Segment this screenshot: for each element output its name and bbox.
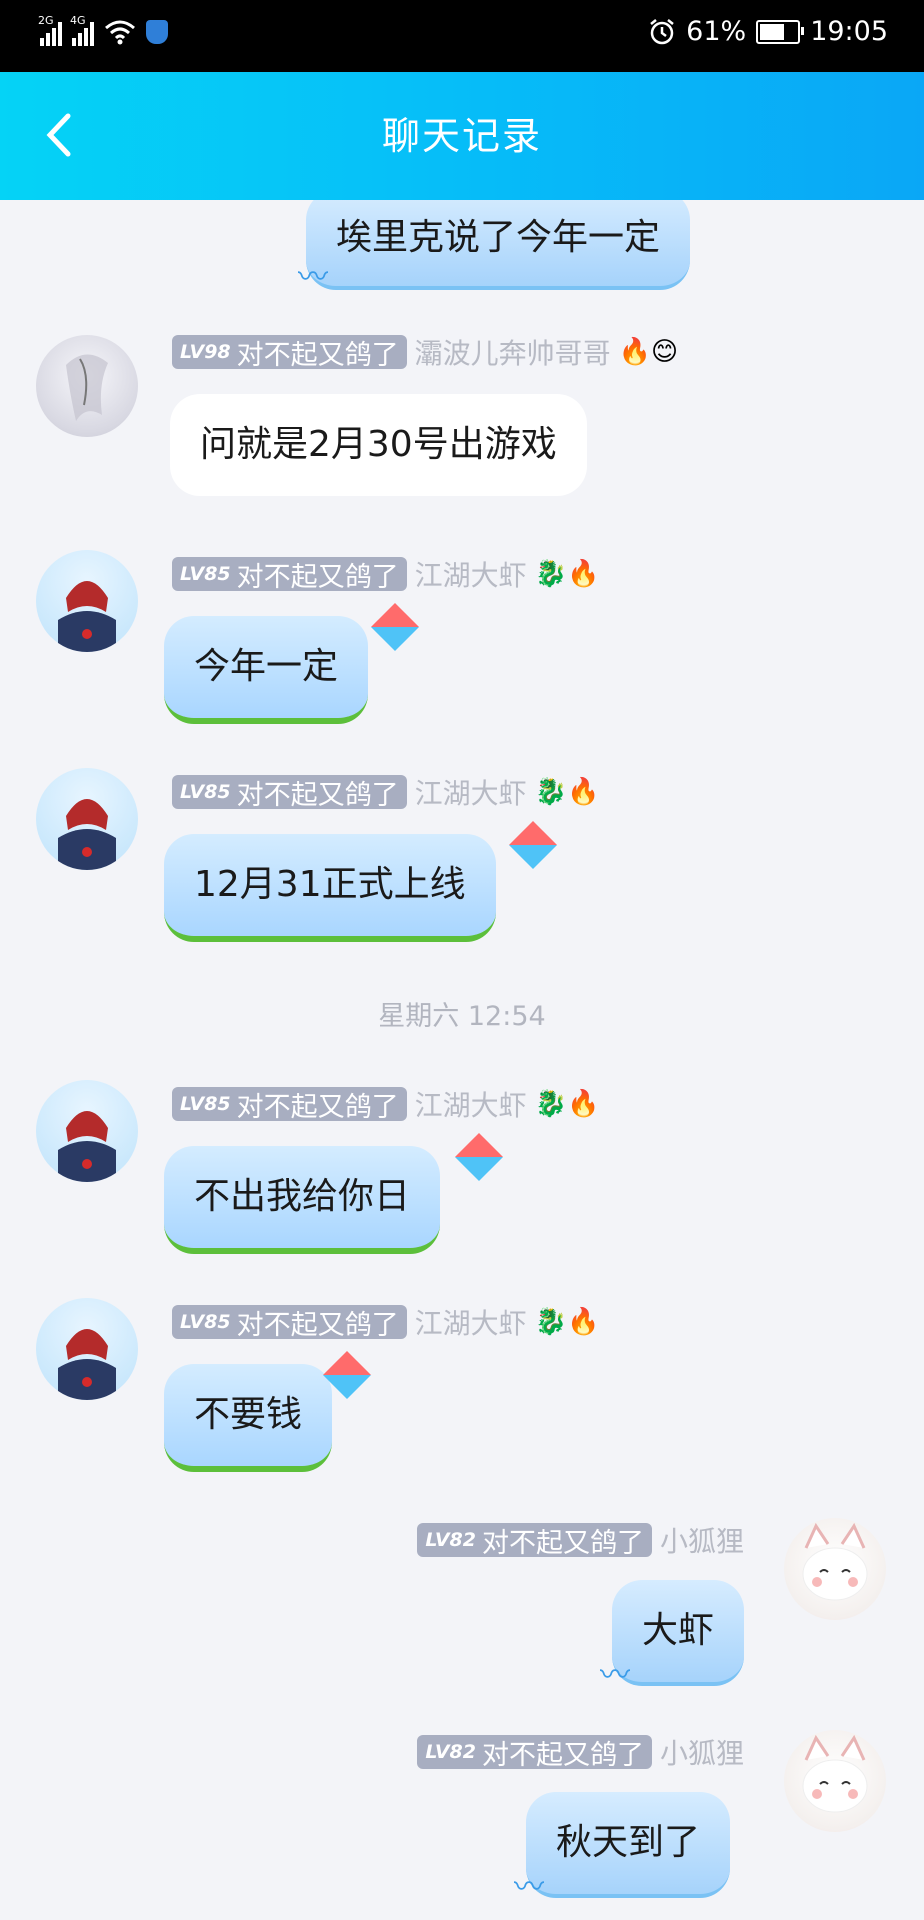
nickname[interactable]: 灞波儿奔帅哥哥 bbox=[415, 332, 611, 372]
dragon-icon: 🐉🔥 bbox=[534, 1089, 600, 1119]
level-badge: LV85 对不起又鸽了 bbox=[172, 775, 407, 811]
message-meta: LV82 对不起又鸽了 小狐狸 bbox=[417, 1520, 744, 1560]
nickname[interactable]: 小狐狸 bbox=[660, 1520, 744, 1560]
level-badge: LV82 对不起又鸽了 bbox=[417, 1735, 652, 1771]
message-item: LV85 对不起又鸽了 江湖大虾 🐉🔥 12月31正式上线 bbox=[0, 768, 924, 958]
avatar[interactable] bbox=[36, 1298, 138, 1400]
nickname[interactable]: 江湖大虾 bbox=[415, 554, 527, 594]
message-item: LV85 对不起又鸽了 江湖大虾 🐉🔥 不出我给你日 bbox=[0, 1080, 924, 1270]
wave-icon: 〰 bbox=[514, 1870, 544, 1905]
avatar[interactable] bbox=[784, 1730, 886, 1832]
message-text: 12月31正式上线 bbox=[194, 864, 466, 905]
nickname[interactable]: 江湖大虾 bbox=[415, 1302, 527, 1342]
message-item: LV85 对不起又鸽了 江湖大虾 🐉🔥 今年一定 bbox=[0, 550, 924, 740]
fox-avatar-icon bbox=[802, 1734, 868, 1813]
nav-header: 聊天记录 bbox=[0, 72, 924, 200]
level-badge: LV98 对不起又鸽了 bbox=[172, 335, 407, 371]
shield-icon bbox=[146, 20, 168, 44]
avatar-art-icon bbox=[66, 354, 108, 421]
level-badge: LV85 对不起又鸽了 bbox=[172, 557, 407, 593]
kite-icon bbox=[508, 820, 558, 870]
message-item: LV85 对不起又鸽了 江湖大虾 🐉🔥 不要钱 bbox=[0, 1298, 924, 1488]
message-bubble[interactable]: 不出我给你日 bbox=[164, 1146, 441, 1254]
message-text: 大虾 bbox=[642, 1610, 715, 1651]
message-meta: LV82 对不起又鸽了 小狐狸 bbox=[417, 1732, 744, 1772]
wave-icon: 〰 bbox=[600, 1658, 630, 1693]
message-item: LV82 对不起又鸽了 小狐狸 大虾 〰 bbox=[0, 1518, 924, 1698]
dragon-icon: 🐉🔥 bbox=[534, 559, 600, 589]
status-bar: 2G 4G 61% 19:05 bbox=[0, 0, 924, 72]
network-type-1: 2G bbox=[38, 14, 54, 27]
network-type-2: 4G bbox=[70, 14, 86, 27]
message-bubble[interactable]: 不要钱 bbox=[164, 1364, 333, 1472]
clock: 19:05 bbox=[810, 16, 888, 47]
avatar[interactable] bbox=[36, 335, 138, 437]
battery-icon bbox=[756, 19, 805, 44]
dragon-icon: 🐉🔥 bbox=[534, 1307, 600, 1337]
wifi-icon bbox=[105, 20, 135, 45]
message-bubble[interactable]: 今年一定 bbox=[164, 616, 369, 724]
flame-icon: 🔥😊 bbox=[618, 337, 679, 367]
signal-icon: 2G bbox=[38, 14, 62, 46]
fox-avatar-icon bbox=[802, 1522, 868, 1601]
message-meta: LV85 对不起又鸽了 江湖大虾 🐉🔥 bbox=[172, 1302, 599, 1342]
signal-icon: 4G bbox=[70, 14, 94, 46]
message-item: LV82 对不起又鸽了 小狐狸 秋天到了 〰 bbox=[0, 1730, 924, 1920]
kite-icon bbox=[454, 1132, 504, 1182]
chat-history[interactable]: 埃里克说了今年一定 〰 LV98 对不起又鸽了 灞波儿奔帅哥哥 🔥😊 问就是2月… bbox=[0, 200, 924, 1920]
message-text: 埃里克说了今年一定 bbox=[336, 217, 661, 258]
avatar-art-icon bbox=[58, 581, 116, 652]
message-meta: LV98 对不起又鸽了 灞波儿奔帅哥哥 🔥😊 bbox=[172, 332, 678, 372]
avatar[interactable] bbox=[36, 550, 138, 652]
level-badge: LV85 对不起又鸽了 bbox=[172, 1087, 407, 1123]
battery-percent: 61% bbox=[686, 16, 747, 47]
message-meta: LV85 对不起又鸽了 江湖大虾 🐉🔥 bbox=[172, 554, 599, 594]
page-title: 聊天记录 bbox=[381, 114, 542, 158]
message-text: 不出我给你日 bbox=[194, 1176, 411, 1217]
message-text: 秋天到了 bbox=[556, 1822, 701, 1863]
status-left: 2G 4G bbox=[38, 14, 168, 46]
message-text: 问就是2月30号出游戏 bbox=[200, 424, 557, 465]
message-meta: LV85 对不起又鸽了 江湖大虾 🐉🔥 bbox=[172, 772, 599, 812]
message-item: LV98 对不起又鸽了 灞波儿奔帅哥哥 🔥😊 问就是2月30号出游戏 bbox=[0, 330, 924, 510]
avatar-art-icon bbox=[58, 1329, 116, 1400]
wave-icon: 〰 bbox=[298, 260, 328, 295]
level-badge: LV82 对不起又鸽了 bbox=[417, 1523, 652, 1559]
nickname[interactable]: 江湖大虾 bbox=[415, 772, 527, 812]
message-bubble[interactable]: 埃里克说了今年一定 bbox=[306, 200, 691, 290]
message-bubble[interactable]: 秋天到了 bbox=[526, 1792, 731, 1898]
message-bubble[interactable]: 大虾 bbox=[612, 1580, 745, 1686]
timestamp-divider: 星期六 12:54 bbox=[378, 1001, 546, 1032]
nickname[interactable]: 小狐狸 bbox=[660, 1732, 744, 1772]
message-text: 今年一定 bbox=[194, 646, 339, 687]
alarm-icon bbox=[650, 18, 674, 44]
message-bubble[interactable]: 12月31正式上线 bbox=[164, 834, 496, 942]
avatar[interactable] bbox=[36, 1080, 138, 1182]
kite-icon bbox=[370, 602, 420, 652]
message-text: 不要钱 bbox=[194, 1394, 303, 1435]
avatar-art-icon bbox=[58, 799, 116, 870]
message-meta: LV85 对不起又鸽了 江湖大虾 🐉🔥 bbox=[172, 1084, 599, 1124]
avatar[interactable] bbox=[36, 768, 138, 870]
avatar-art-icon bbox=[58, 1111, 116, 1182]
dragon-icon: 🐉🔥 bbox=[534, 777, 600, 807]
message-bubble[interactable]: 问就是2月30号出游戏 bbox=[170, 394, 587, 496]
avatar[interactable] bbox=[784, 1518, 886, 1620]
nickname[interactable]: 江湖大虾 bbox=[415, 1084, 527, 1124]
level-badge: LV85 对不起又鸽了 bbox=[172, 1305, 407, 1341]
message-item: 埃里克说了今年一定 〰 bbox=[0, 200, 924, 300]
status-right: 61% 19:05 bbox=[648, 16, 888, 47]
